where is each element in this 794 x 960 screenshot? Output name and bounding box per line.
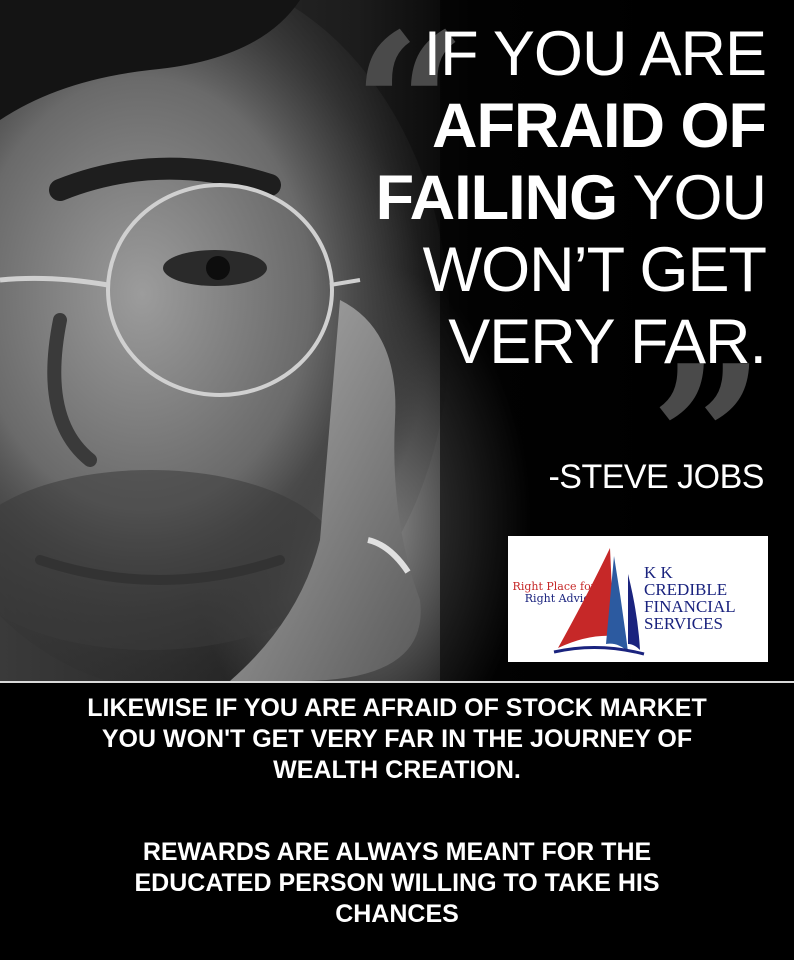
message-p1-line-2: YOU WON'T GET VERY FAR IN THE JOURNEY OF [101,725,693,753]
quote-line-3: FAILING YOU [346,162,767,234]
quote-line-4: WON’T GET [422,235,767,305]
message-p1-line-1: LIKEWISE IF YOU ARE AFRAID OF STOCK MARK… [87,694,707,722]
portrait-photo: “ ” IF YOU ARE AFRAID OF FAILING YOU WON… [0,0,794,681]
quote-line-2-bold: AFRAID OF [432,91,767,161]
motivational-poster: “ ” IF YOU ARE AFRAID OF FAILING YOU WON… [0,0,794,960]
message-paragraph-1: LIKEWISE IF YOU ARE AFRAID OF STOCK MARK… [0,693,794,786]
message-p1-line-3: WEALTH CREATION. [273,756,521,784]
sailboat-logo-icon [553,548,645,656]
quote-text: IF YOU ARE AFRAID OF FAILING YOU WON’T G… [346,18,767,378]
quote-line-3-bold: FAILING [375,163,618,233]
quote-author: -STEVE JOBS [548,458,764,496]
quote-line-1: IF YOU ARE [423,19,767,89]
message-paragraph-2: REWARDS ARE ALWAYS MEANT FOR THE EDUCATE… [0,837,794,930]
quote-line-2: AFRAID OF [346,90,767,162]
quote-line-5: VERY FAR. [448,307,767,377]
logo-brand-line-3: FINANCIAL [644,597,736,616]
logo-brand-line-4: SERVICES [644,614,723,633]
logo-brand-name: K K CREDIBLE FINANCIAL SERVICES [644,564,736,632]
quote-line-3-thin: YOU [617,163,767,233]
pupil [206,256,230,280]
message-p2-line-3: CHANCES [335,900,459,928]
message-p2-line-1: REWARDS ARE ALWAYS MEANT FOR THE [142,838,652,866]
company-logo-card: Right Place for Right Advice K K CREDIBL… [508,536,768,662]
logo-brand-line-1: K K [644,563,673,582]
logo-brand-line-2: CREDIBLE [644,580,728,599]
message-p2-line-2: EDUCATED PERSON WILLING TO TAKE HIS [134,869,660,897]
message-panel: LIKEWISE IF YOU ARE AFRAID OF STOCK MARK… [0,683,794,960]
